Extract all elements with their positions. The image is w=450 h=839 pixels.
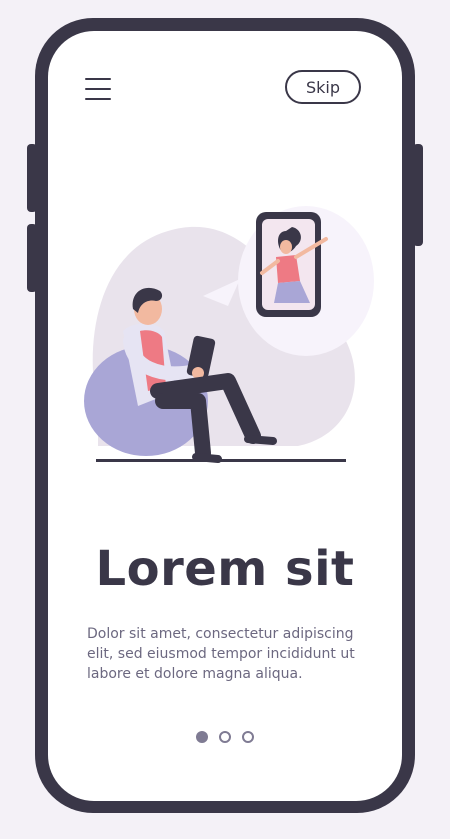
video-call-illustration	[84, 206, 374, 463]
hamburger-menu-icon[interactable]	[85, 78, 111, 100]
pagination-dot-1[interactable]	[196, 731, 208, 743]
page-title: Lorem sit	[95, 541, 355, 597]
description-text: Dolor sit amet, consectetur adipiscing e…	[87, 626, 355, 682]
floor-line	[96, 459, 346, 462]
skip-button[interactable]: Skip	[285, 70, 361, 104]
pagination-dot-3[interactable]	[242, 731, 254, 743]
pagination-dot-2[interactable]	[219, 731, 231, 743]
phone-screen: Skip Lorem sit Dolor sit amet, consectet…	[48, 31, 402, 801]
pagination-dots	[196, 731, 254, 743]
onboarding-page: Skip Lorem sit Dolor sit amet, consectet…	[0, 0, 450, 839]
